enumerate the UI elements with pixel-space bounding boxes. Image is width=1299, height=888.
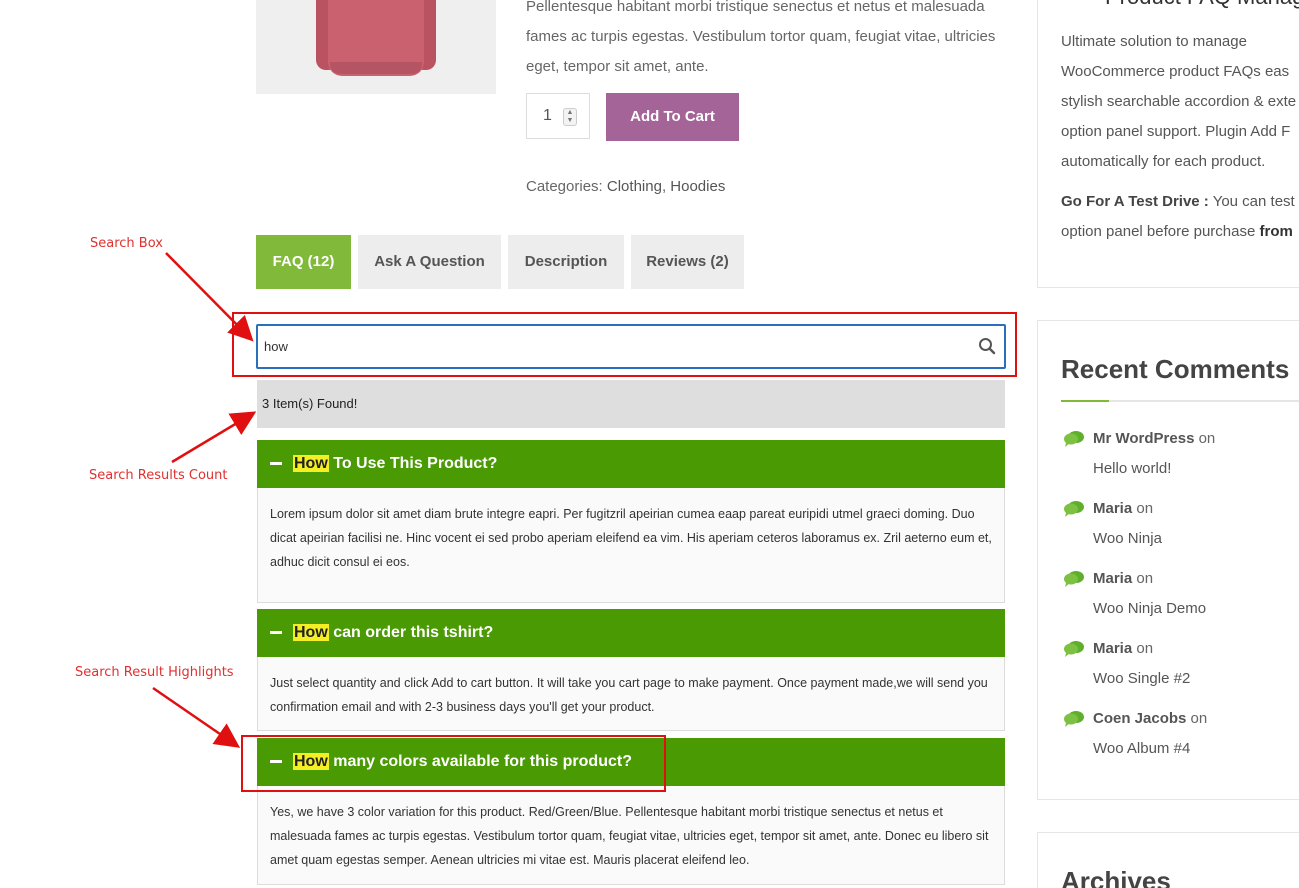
comment-post-link[interactable]: Hello world! bbox=[1093, 460, 1171, 477]
quantity-stepper[interactable]: 1 ▲ ▼ bbox=[526, 93, 590, 139]
faq-item-header[interactable]: How can order this tshirt? bbox=[257, 609, 1005, 657]
sidebar-widget-recent-comments bbox=[1037, 320, 1299, 800]
comment-author[interactable]: Maria bbox=[1093, 640, 1132, 657]
search-results-count: 3 Item(s) Found! bbox=[257, 380, 1005, 428]
sidebar-about-text: Ultimate solution to manage WooCommerce … bbox=[1061, 27, 1299, 247]
comment-post-link[interactable]: Woo Album #4 bbox=[1093, 740, 1190, 757]
comment-bubble-icon bbox=[1064, 501, 1084, 517]
arrow-results-count bbox=[171, 411, 257, 464]
spinner-arrows-icon[interactable]: ▲ ▼ bbox=[563, 108, 577, 126]
faq-question-text: To Use This Product? bbox=[328, 455, 498, 472]
minus-icon bbox=[270, 631, 282, 634]
faq-answer: Just select quantity and click Add to ca… bbox=[257, 657, 1005, 731]
tab-ask-a-question[interactable]: Ask A Question bbox=[358, 235, 501, 289]
about-paragraph: Ultimate solution to manage WooCommerce … bbox=[1061, 33, 1297, 170]
archives-title: Archives bbox=[1061, 866, 1171, 888]
add-to-cart-button[interactable]: Add To Cart bbox=[606, 93, 739, 141]
annotation-label-results-count: Search Results Count bbox=[89, 468, 228, 483]
faq-question-text: can order this tshirt? bbox=[328, 624, 494, 641]
comment-author[interactable]: Mr WordPress bbox=[1093, 430, 1194, 447]
category-link-hoodies[interactable]: Hoodies bbox=[670, 178, 725, 195]
search-highlight: How bbox=[293, 624, 329, 641]
search-highlight: How bbox=[293, 455, 329, 472]
comment-on: on bbox=[1136, 570, 1154, 587]
comment-meta: Maria on bbox=[1093, 570, 1153, 587]
comment-on: on bbox=[1136, 640, 1154, 657]
hoodie-hem bbox=[330, 62, 422, 74]
faq-question: How can order this tshirt? bbox=[293, 609, 493, 657]
sidebar-widget-title: Product FAQ Manag bbox=[1105, 0, 1299, 10]
comment-bubble-icon bbox=[1064, 431, 1084, 447]
comment-bubble-icon bbox=[1064, 571, 1084, 587]
faq-item-header[interactable]: How To Use This Product? bbox=[257, 440, 1005, 488]
comment-post-link[interactable]: Woo Single #2 bbox=[1093, 670, 1190, 687]
tab-faq[interactable]: FAQ (12) bbox=[256, 235, 351, 289]
annotation-label-search-box: Search Box bbox=[90, 236, 163, 251]
comment-post-link[interactable]: Woo Ninja bbox=[1093, 530, 1162, 547]
faq-question: How To Use This Product? bbox=[293, 440, 497, 488]
comment-post-link[interactable]: Woo Ninja Demo bbox=[1093, 600, 1206, 617]
product-short-description: Pellentesque habitant morbi tristique se… bbox=[526, 0, 996, 75]
quantity-value: 1 bbox=[543, 107, 552, 124]
comment-meta: Mr WordPress on bbox=[1093, 430, 1215, 447]
comment-author[interactable]: Coen Jacobs bbox=[1093, 710, 1186, 727]
comment-on: on bbox=[1136, 500, 1154, 517]
faq-answer: Yes, we have 3 color variation for this … bbox=[257, 786, 1005, 885]
comment-author[interactable]: Maria bbox=[1093, 570, 1132, 587]
annotation-box-search bbox=[232, 312, 1017, 377]
test-drive-from: from bbox=[1259, 223, 1293, 240]
annotation-box-highlight bbox=[241, 735, 666, 792]
comment-meta: Coen Jacobs on bbox=[1093, 710, 1207, 727]
product-categories: Categories: Clothing, Hoodies bbox=[526, 178, 726, 195]
comment-meta: Maria on bbox=[1093, 500, 1153, 517]
comment-author[interactable]: Maria bbox=[1093, 500, 1132, 517]
tab-description[interactable]: Description bbox=[508, 235, 624, 289]
product-image[interactable] bbox=[256, 0, 496, 94]
comment-bubble-icon bbox=[1064, 711, 1084, 727]
minus-icon bbox=[270, 462, 282, 465]
tab-reviews[interactable]: Reviews (2) bbox=[631, 235, 744, 289]
test-drive-label: Go For A Test Drive : bbox=[1061, 193, 1209, 210]
comment-meta: Maria on bbox=[1093, 640, 1153, 657]
categories-label: Categories: bbox=[526, 178, 603, 195]
arrow-highlights bbox=[152, 686, 241, 748]
annotation-label-highlights: Search Result Highlights bbox=[75, 665, 234, 680]
comment-on: on bbox=[1190, 710, 1208, 727]
comment-on: on bbox=[1198, 430, 1216, 447]
recent-comments-title: Recent Comments bbox=[1061, 354, 1290, 384]
comment-bubble-icon bbox=[1064, 641, 1084, 657]
category-link-clothing[interactable]: Clothing bbox=[607, 178, 662, 195]
faq-answer: Lorem ipsum dolor sit amet diam brute in… bbox=[257, 488, 1005, 603]
title-divider-accent bbox=[1061, 400, 1109, 402]
